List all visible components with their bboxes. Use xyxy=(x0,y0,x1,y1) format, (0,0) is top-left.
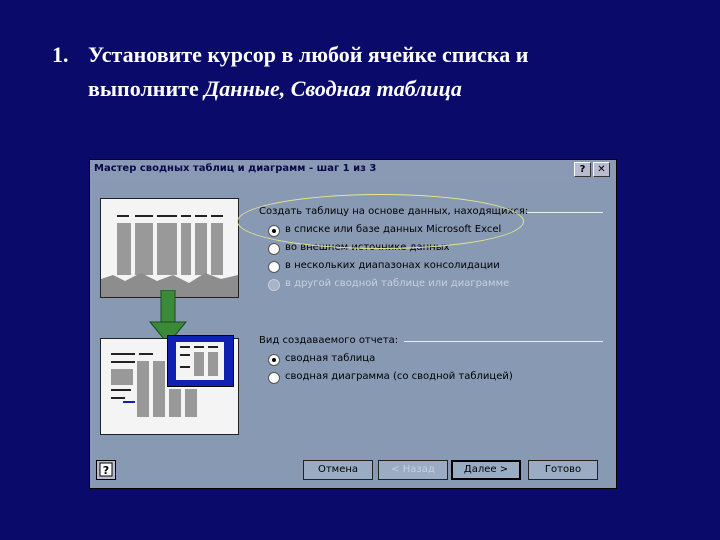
pivot-wizard-dialog: Мастер сводных таблиц и диаграмм - шаг 1… xyxy=(89,159,617,489)
instruction-line1: Установите курсор в любой ячейке списка … xyxy=(88,42,529,67)
pivot-frame-icon xyxy=(176,342,224,380)
help-button[interactable]: ? xyxy=(96,460,116,480)
back-button: < Назад xyxy=(378,460,448,480)
source-option-external-label: во внешнем источнике данных xyxy=(285,242,450,253)
instruction-text: Установите курсор в любой ячейке списка … xyxy=(88,38,688,106)
report-group-title: Вид создаваемого отчета: xyxy=(259,335,399,346)
radio-selected-icon[interactable] xyxy=(268,225,280,237)
source-option-excel-list-label: в списке или базе данных Microsoft Excel xyxy=(285,224,502,235)
group-divider xyxy=(527,212,603,213)
next-button[interactable]: Далее > xyxy=(451,460,521,480)
report-option-pivot-table-label: сводная таблица xyxy=(285,353,376,364)
source-group-title: Создать таблицу на основе данных, находя… xyxy=(259,206,529,217)
radio-disabled-icon xyxy=(268,279,280,291)
dialog-titlebar: Мастер сводных таблиц и диаграмм - шаг 1… xyxy=(90,160,616,179)
instruction-menu-path: Данные, Сводная таблица xyxy=(204,76,462,101)
radio-selected-icon[interactable] xyxy=(268,354,280,366)
radio-icon[interactable] xyxy=(268,261,280,273)
source-list-illustration xyxy=(100,198,239,298)
svg-text:?: ? xyxy=(103,464,109,477)
radio-icon[interactable] xyxy=(268,243,280,255)
radio-icon[interactable] xyxy=(268,372,280,384)
dialog-title: Мастер сводных таблиц и диаграмм - шаг 1… xyxy=(94,163,377,174)
step-number: 1. xyxy=(52,42,69,67)
help-title-button[interactable]: ? xyxy=(574,162,591,177)
pivot-frame-illustration xyxy=(167,335,234,387)
report-option-pivot-chart-label: сводная диаграмма (со сводной таблицей) xyxy=(285,371,513,382)
close-button[interactable]: ✕ xyxy=(593,162,610,177)
instruction-line2: выполните xyxy=(88,76,205,101)
group-divider xyxy=(404,341,603,342)
finish-button[interactable]: Готово xyxy=(528,460,598,480)
source-option-other-pivot-label: в другой сводной таблице или диаграмме xyxy=(285,278,510,289)
source-option-consolidation-label: в нескольких диапазонах консолидации xyxy=(285,260,500,271)
cancel-button[interactable]: Отмена xyxy=(303,460,373,480)
list-sheet-icon xyxy=(101,215,238,297)
help-icon: ? xyxy=(99,462,113,477)
